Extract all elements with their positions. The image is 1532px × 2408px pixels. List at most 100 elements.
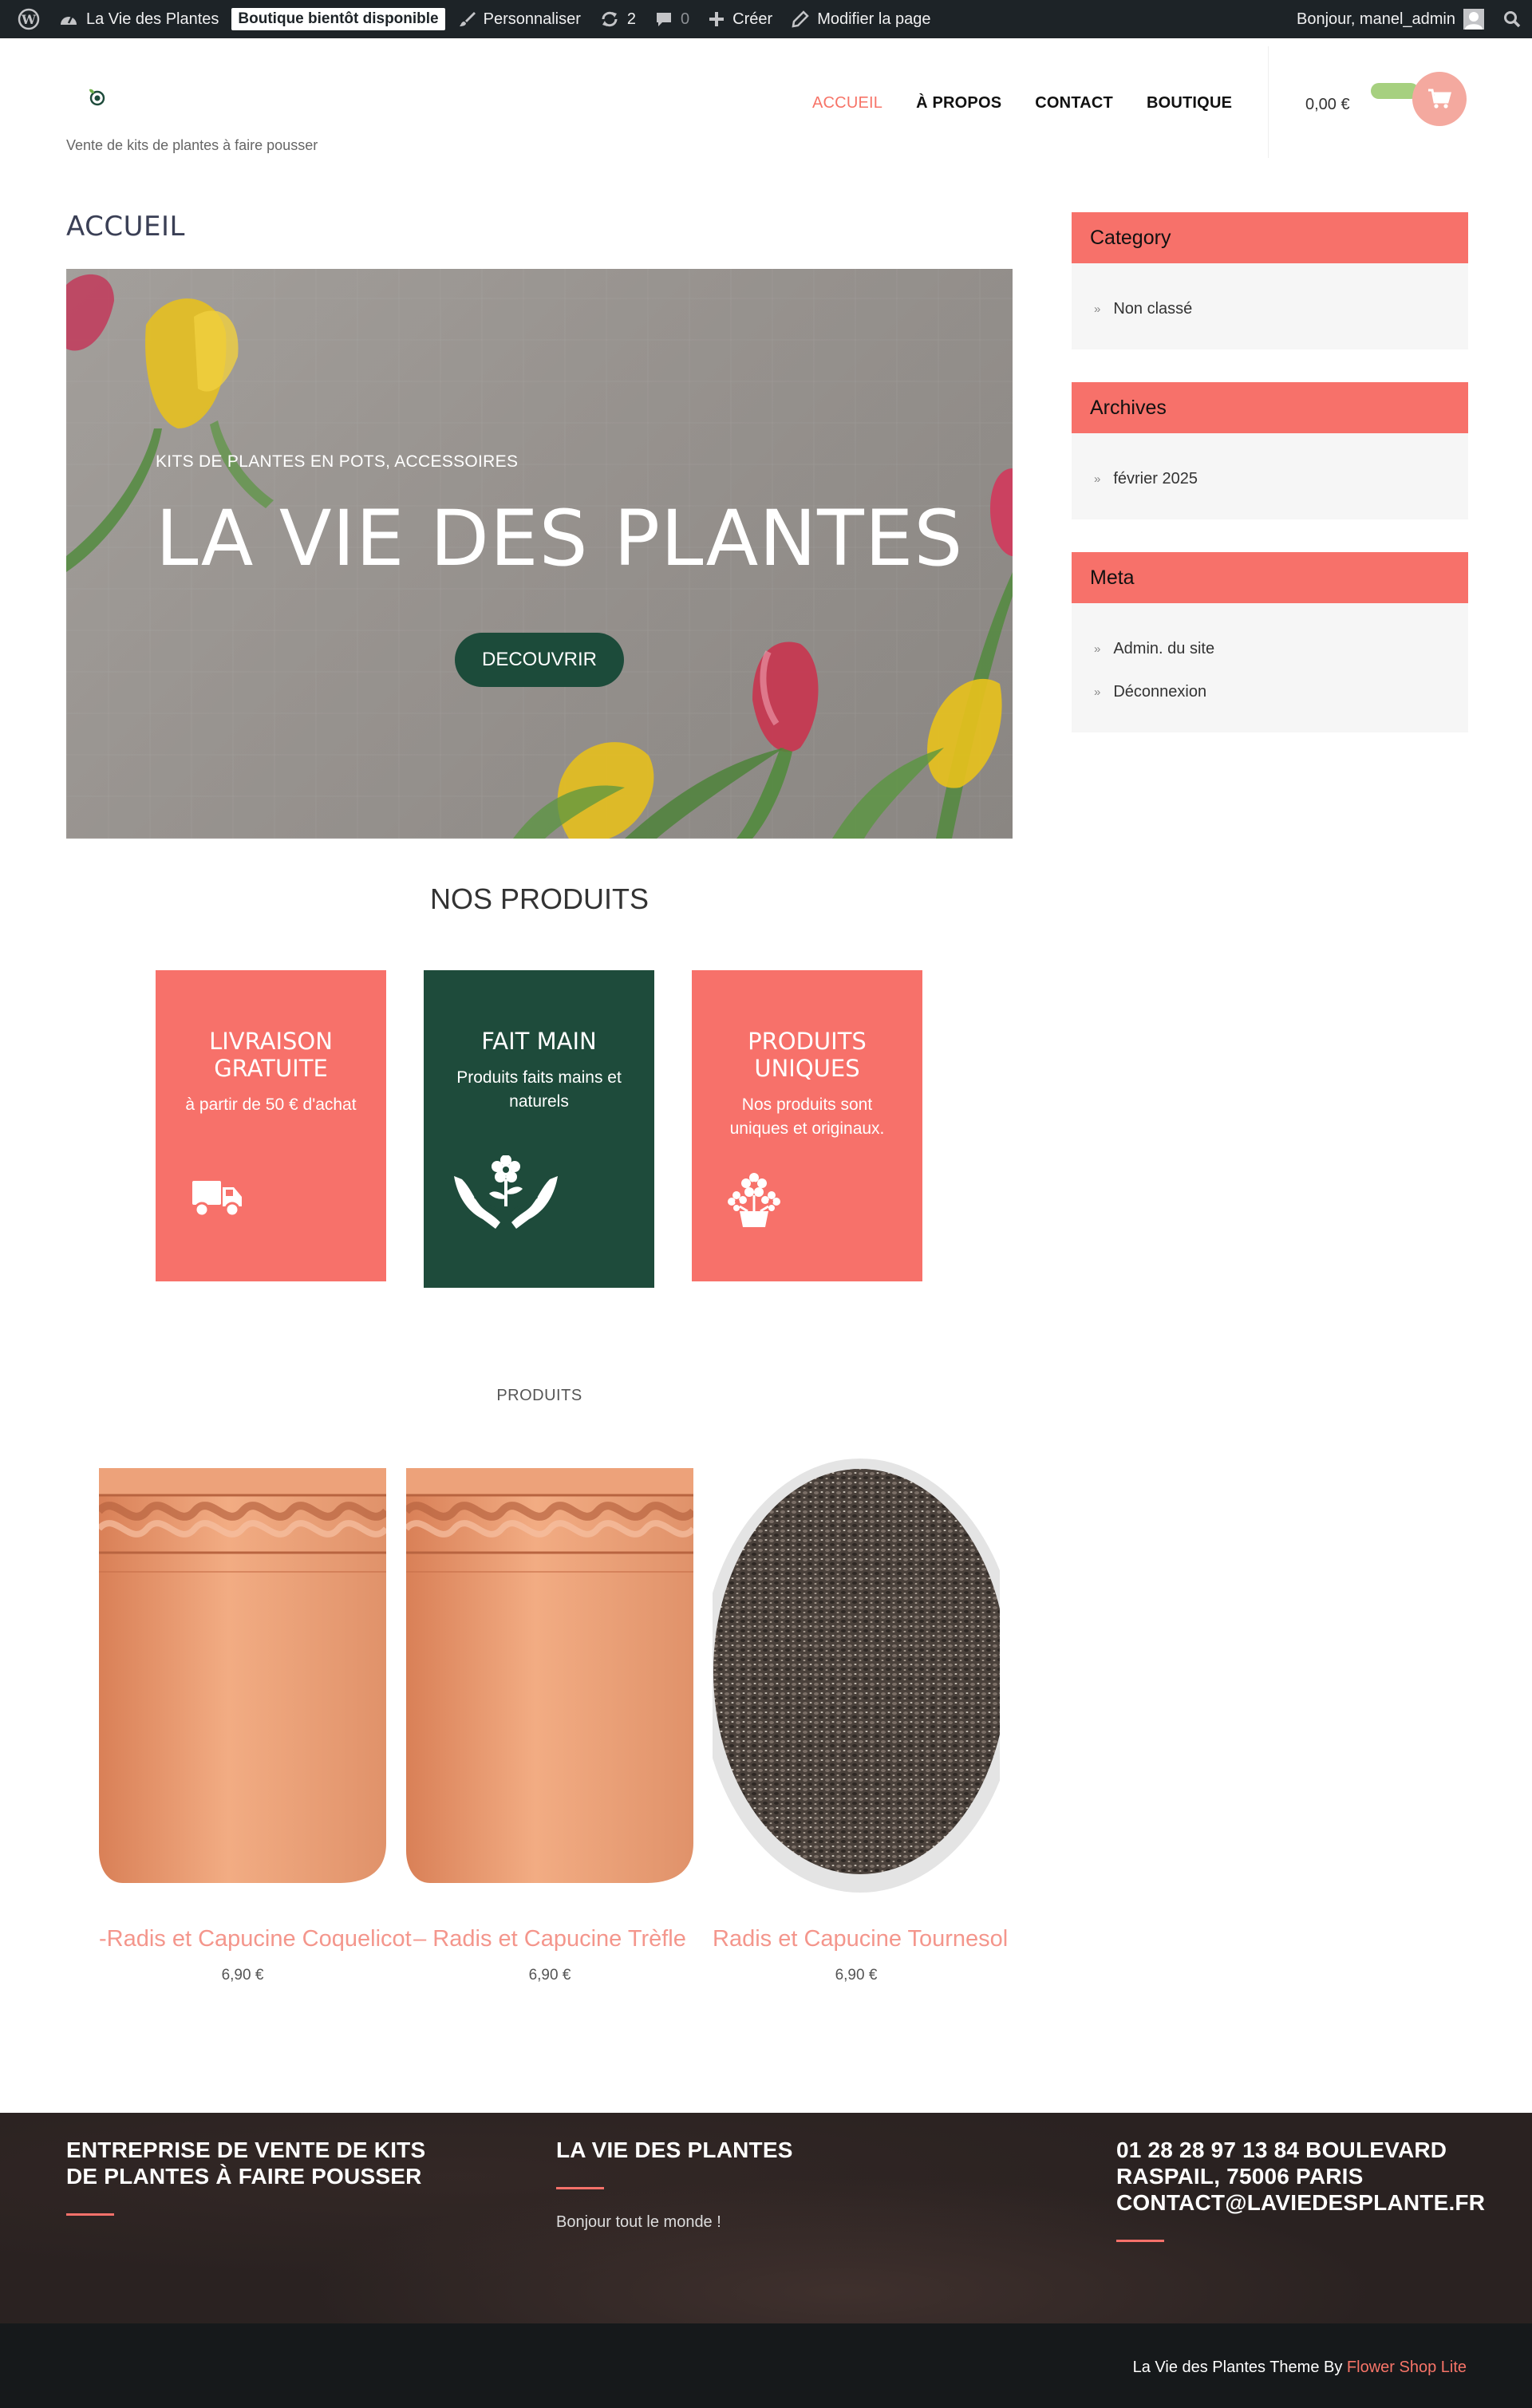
nav-item-contact[interactable]: CONTACT xyxy=(1035,94,1113,113)
footer-underline xyxy=(66,2213,114,2216)
product-card[interactable]: Radis et Capucine Tournesol 6,90 € xyxy=(713,1452,1008,1984)
footer-text[interactable]: Bonjour tout le monde ! xyxy=(556,2213,891,2232)
user-account-menu[interactable]: Bonjour, manel_admin xyxy=(1287,0,1494,38)
widget-title: Category xyxy=(1072,212,1468,263)
site-footer: ENTREPRISE DE VENTE DE KITS DE PLANTES À… xyxy=(0,2113,1532,2323)
terracotta-pot-image xyxy=(99,1468,386,1883)
meta-list: » Admin. du site » Déconnexion xyxy=(1072,603,1468,732)
leaf-eye-logo-icon xyxy=(89,89,105,106)
avatar xyxy=(1463,9,1484,30)
products-section-label: PRODUITS xyxy=(496,1387,582,1404)
pencil-icon xyxy=(792,10,809,28)
plus-icon xyxy=(709,12,725,26)
feature-title: FAIT MAIN xyxy=(481,1028,597,1055)
nav-item-accueil[interactable]: ACCUEIL xyxy=(812,94,882,113)
new-content-link[interactable]: Créer xyxy=(699,0,782,38)
updates-link[interactable]: 2 xyxy=(590,0,646,38)
hero-subtitle: KITS DE PLANTES EN POTS, ACCESSOIRES xyxy=(156,452,519,471)
feature-text: Produits faits mains et naturels xyxy=(456,1068,622,1111)
header-divider xyxy=(1268,46,1269,158)
product-name[interactable]: Radis et Capucine Tournesol xyxy=(713,1926,1008,1952)
feature-card-fait-main: FAIT MAIN Produits faits mains et nature… xyxy=(424,970,654,1288)
list-item[interactable]: » février 2025 xyxy=(1094,457,1436,500)
flower-pot-icon xyxy=(728,1173,780,1227)
section-title-nos-produits: NOS PRODUITS xyxy=(429,882,650,915)
copyright-bar: La Vie des Plantes Theme By Flower Shop … xyxy=(0,2323,1532,2408)
footer-column-contact: 01 28 28 97 13 84 BOULEVARD RASPAIL, 750… xyxy=(1116,2137,1486,2242)
store-status-badge[interactable]: Boutique bientôt disponible xyxy=(228,0,448,38)
cart-total[interactable]: 0,00 € xyxy=(1305,96,1350,114)
admin-bar: W La Vie des Plantes Boutique bientôt di… xyxy=(0,0,1532,38)
feature-title: LIVRAISON GRATUITE xyxy=(209,1028,333,1082)
site-tagline: Vente de kits de plantes à faire pousser xyxy=(66,137,318,153)
seed-bowl-image xyxy=(713,1459,1000,1893)
refresh-icon xyxy=(602,11,618,27)
product-name[interactable]: – Radis et Capucine Trèfle xyxy=(406,1926,693,1952)
feature-text: à partir de 50 € d'achat xyxy=(185,1095,357,1114)
hero-banner: KITS DE PLANTES EN POTS, ACCESSOIRES LA … xyxy=(66,269,1013,839)
comments-link[interactable]: 0 xyxy=(646,0,699,38)
edit-page-link[interactable]: Modifier la page xyxy=(782,0,940,38)
theme-credit-link[interactable]: Flower Shop Lite xyxy=(1347,2359,1467,2376)
footer-heading: LA VIE DES PLANTES xyxy=(556,2138,793,2162)
user-icon xyxy=(1465,12,1483,30)
admin-search-button[interactable] xyxy=(1494,0,1521,38)
hands-flower-icon xyxy=(454,1155,558,1229)
nav-item-boutique[interactable]: BOUTIQUE xyxy=(1147,94,1232,113)
site-name-menu[interactable]: La Vie des Plantes xyxy=(49,0,228,38)
product-price: 6,90 € xyxy=(528,1967,571,1984)
product-image[interactable] xyxy=(99,1452,386,1896)
archives-list: » février 2025 xyxy=(1072,433,1468,519)
shopping-cart-icon xyxy=(1428,89,1451,109)
copyright-text: La Vie des Plantes Theme By Flower Shop … xyxy=(1132,2359,1467,2376)
feature-text: Nos produits sont uniques et originaux. xyxy=(729,1095,885,1138)
brush-icon xyxy=(459,12,476,26)
footer-underline xyxy=(1116,2240,1164,2242)
comment-icon xyxy=(657,13,672,26)
cart-button[interactable] xyxy=(1412,72,1467,126)
site-logo[interactable] xyxy=(86,86,107,107)
feature-card-livraison: LIVRAISON GRATUITE à partir de 50 € d'ac… xyxy=(156,970,386,1281)
widget-category: Category » Non classé xyxy=(1072,212,1468,349)
chevron-right-icon: » xyxy=(1094,302,1101,316)
footer-heading: 01 28 28 97 13 84 BOULEVARD RASPAIL, 750… xyxy=(1116,2138,1486,2215)
truck-icon xyxy=(192,1181,242,1218)
list-item[interactable]: » Non classé xyxy=(1094,287,1436,330)
feature-card-produits-uniques: PRODUITS UNIQUES Nos produits sont uniqu… xyxy=(692,970,922,1281)
widget-archives: Archives » février 2025 xyxy=(1072,382,1468,519)
search-icon xyxy=(1504,11,1521,28)
footer-column-company: ENTREPRISE DE VENTE DE KITS DE PLANTES À… xyxy=(66,2137,441,2216)
hero-title: LA VIE DES PLANTES xyxy=(156,494,964,583)
product-image[interactable] xyxy=(406,1452,693,1896)
terracotta-pot-image xyxy=(406,1468,693,1883)
category-list: » Non classé xyxy=(1072,263,1468,349)
site-header: Vente de kits de plantes à faire pousser… xyxy=(0,38,1532,182)
customize-link[interactable]: Personnaliser xyxy=(448,0,590,38)
chevron-right-icon: » xyxy=(1094,685,1101,699)
wordpress-icon: W xyxy=(18,8,40,30)
list-item[interactable]: » Déconnexion xyxy=(1094,670,1436,713)
widget-meta: Meta » Admin. du site » Déconnexion xyxy=(1072,552,1468,732)
main-navigation: ACCUEIL À PROPOS CONTACT BOUTIQUE xyxy=(812,94,1265,113)
product-card[interactable]: – Radis et Capucine Trèfle 6,90 € xyxy=(406,1452,693,1984)
widget-title: Meta xyxy=(1072,552,1468,603)
product-name[interactable]: -Radis et Capucine Coquelicot xyxy=(99,1926,412,1952)
page-title: ACCUEIL xyxy=(66,211,185,243)
footer-column-about: LA VIE DES PLANTES Bonjour tout le monde… xyxy=(556,2137,891,2232)
site-name: La Vie des Plantes xyxy=(86,10,219,28)
widget-title: Archives xyxy=(1072,382,1468,433)
wordpress-logo-menu[interactable]: W xyxy=(8,0,49,38)
nav-item-a-propos[interactable]: À PROPOS xyxy=(916,94,1001,113)
feature-title: PRODUITS UNIQUES xyxy=(748,1028,867,1082)
footer-heading: ENTREPRISE DE VENTE DE KITS DE PLANTES À… xyxy=(66,2138,426,2189)
product-card[interactable]: -Radis et Capucine Coquelicot 6,90 € xyxy=(99,1452,412,1984)
chevron-right-icon: » xyxy=(1094,472,1101,486)
product-price: 6,90 € xyxy=(221,1967,264,1984)
chevron-right-icon: » xyxy=(1094,641,1101,656)
footer-underline xyxy=(556,2187,604,2189)
dashboard-icon xyxy=(61,16,77,25)
svg-text:W: W xyxy=(21,12,37,27)
discover-button[interactable]: DECOUVRIR xyxy=(455,633,624,687)
product-image[interactable] xyxy=(713,1452,1000,1896)
list-item[interactable]: » Admin. du site xyxy=(1094,627,1436,670)
